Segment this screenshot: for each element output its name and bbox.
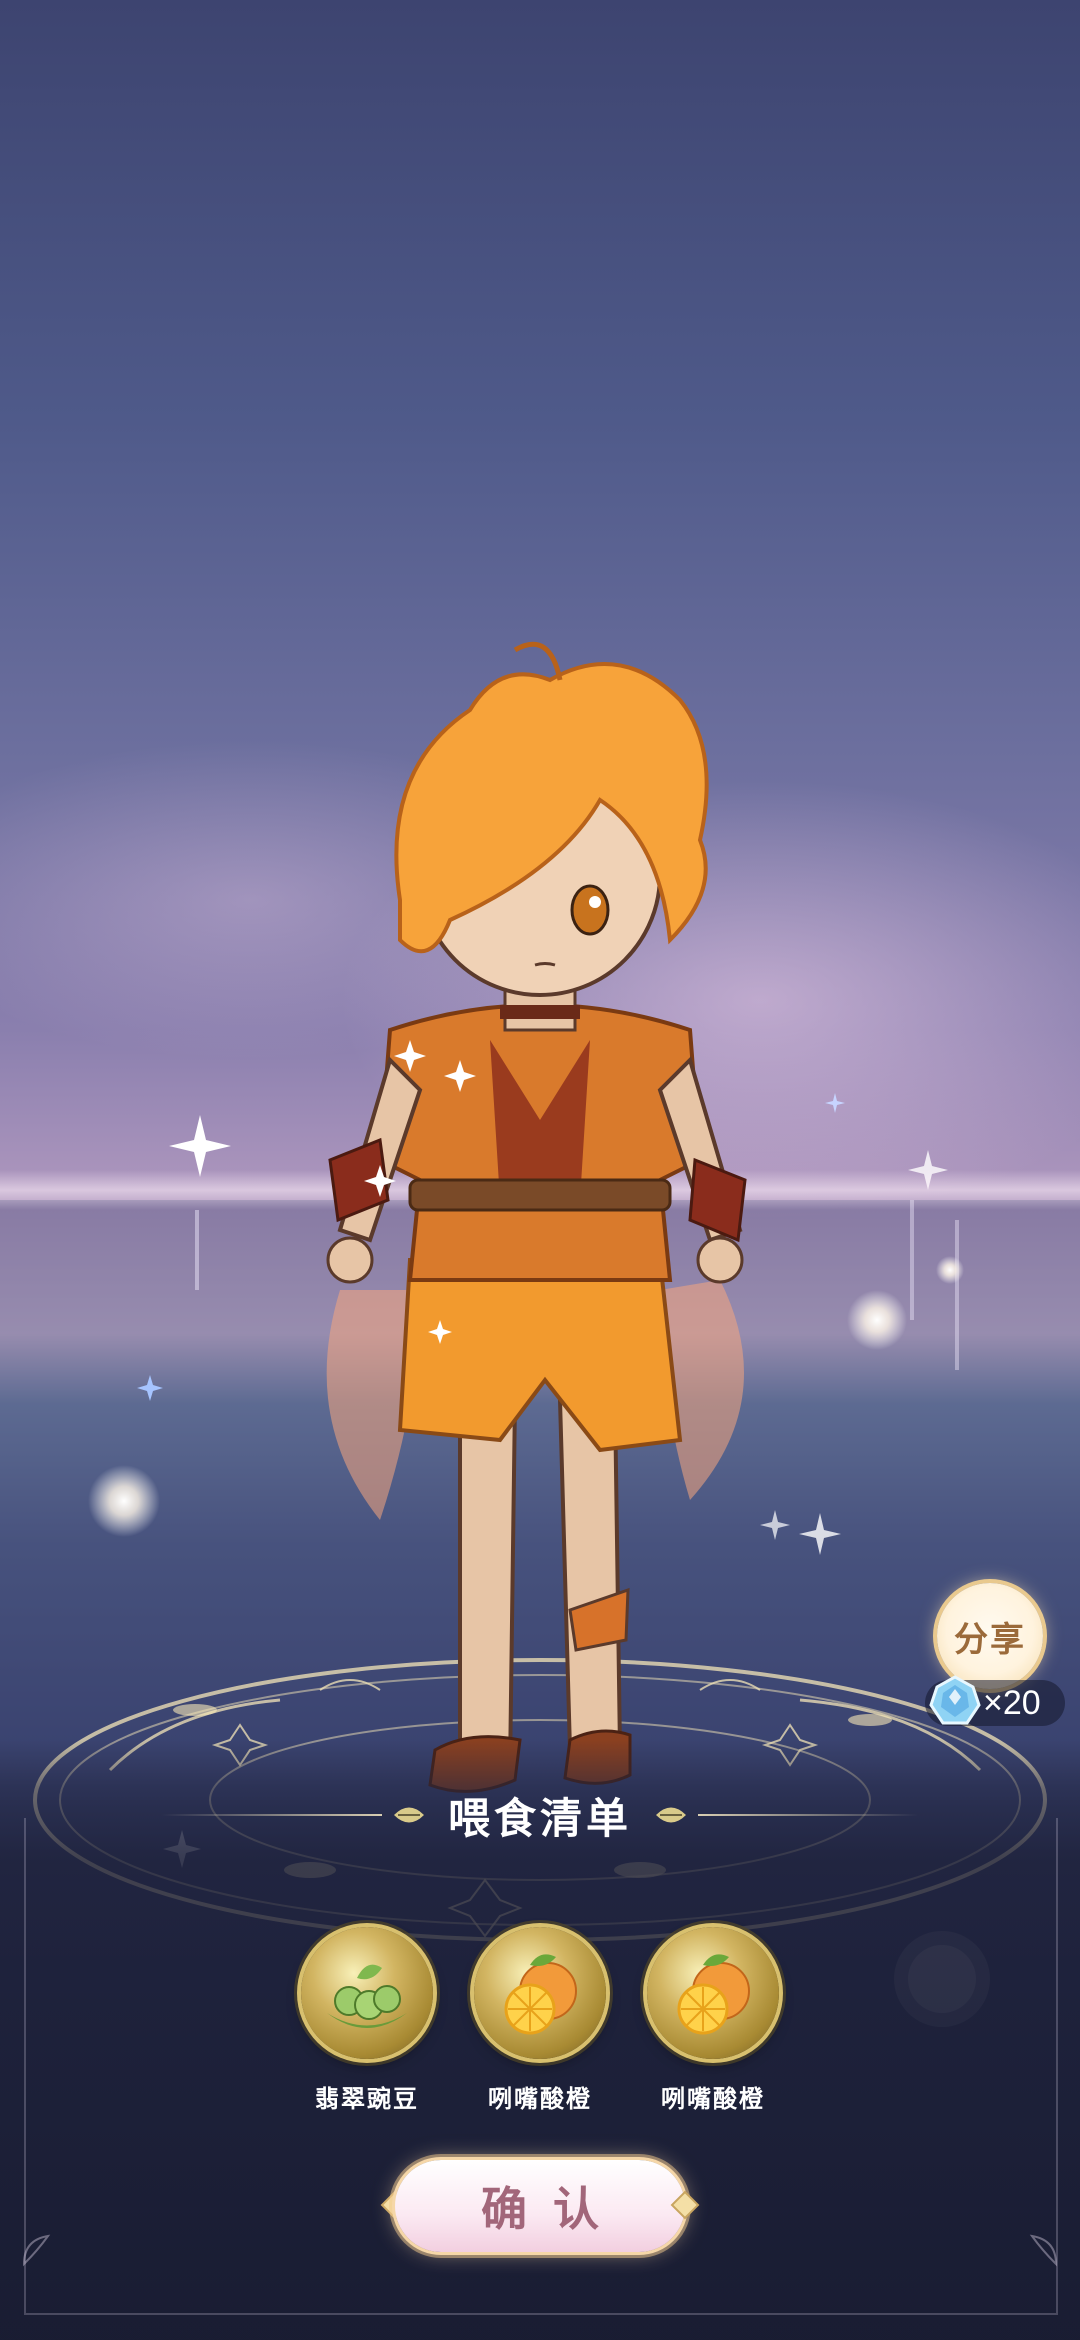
food-item[interactable]: 咧嘴酸橙	[633, 1925, 793, 2125]
header-divider-left	[161, 1814, 382, 1816]
corner-ornament-icon	[22, 2234, 51, 2267]
character-model[interactable]	[300, 640, 780, 1810]
gem-icon	[929, 1675, 981, 1725]
leaf-ornament-icon	[393, 1807, 424, 1823]
reward-count: ×20	[983, 1683, 1041, 1722]
header-divider-right	[698, 1814, 918, 1816]
green-pea-icon	[327, 1964, 407, 2028]
confirm-label: 确认	[481, 2182, 625, 2236]
share-label: 分享	[954, 1619, 1026, 1660]
food-list: 翡翠豌豆 咧嘴酸橙 咧嘴酸橙	[0, 1925, 1080, 2125]
food-orb	[474, 1927, 606, 2059]
share-reward: ×20	[925, 1675, 1065, 1726]
food-item[interactable]: 翡翠豌豆	[287, 1925, 447, 2125]
confirm-button[interactable]: 确认	[395, 2160, 685, 2252]
game-screen: 分享 ×20 喂食清单 翡翠豌豆 咧嘴酸橙 咧嘴酸橙 确认	[0, 0, 1080, 2340]
food-item-name: 咧嘴酸橙	[488, 2085, 592, 2113]
corner-ornament-icon	[1029, 2234, 1058, 2267]
orange-icon	[677, 1954, 750, 2035]
leaf-ornament-icon	[656, 1807, 686, 1823]
share-button[interactable]: 分享	[937, 1583, 1043, 1689]
feeding-list-header: 喂食清单	[0, 1785, 1080, 1845]
orange-icon	[504, 1954, 577, 2035]
food-orb	[301, 1927, 433, 2059]
feeding-list-title: 喂食清单	[447, 1793, 632, 1843]
food-item-name: 咧嘴酸橙	[661, 2085, 765, 2113]
food-orb	[647, 1927, 779, 2059]
food-item[interactable]: 咧嘴酸橙	[460, 1925, 620, 2125]
diamond-ornament-icon	[670, 2190, 700, 2220]
food-item-name: 翡翠豌豆	[315, 2085, 419, 2113]
